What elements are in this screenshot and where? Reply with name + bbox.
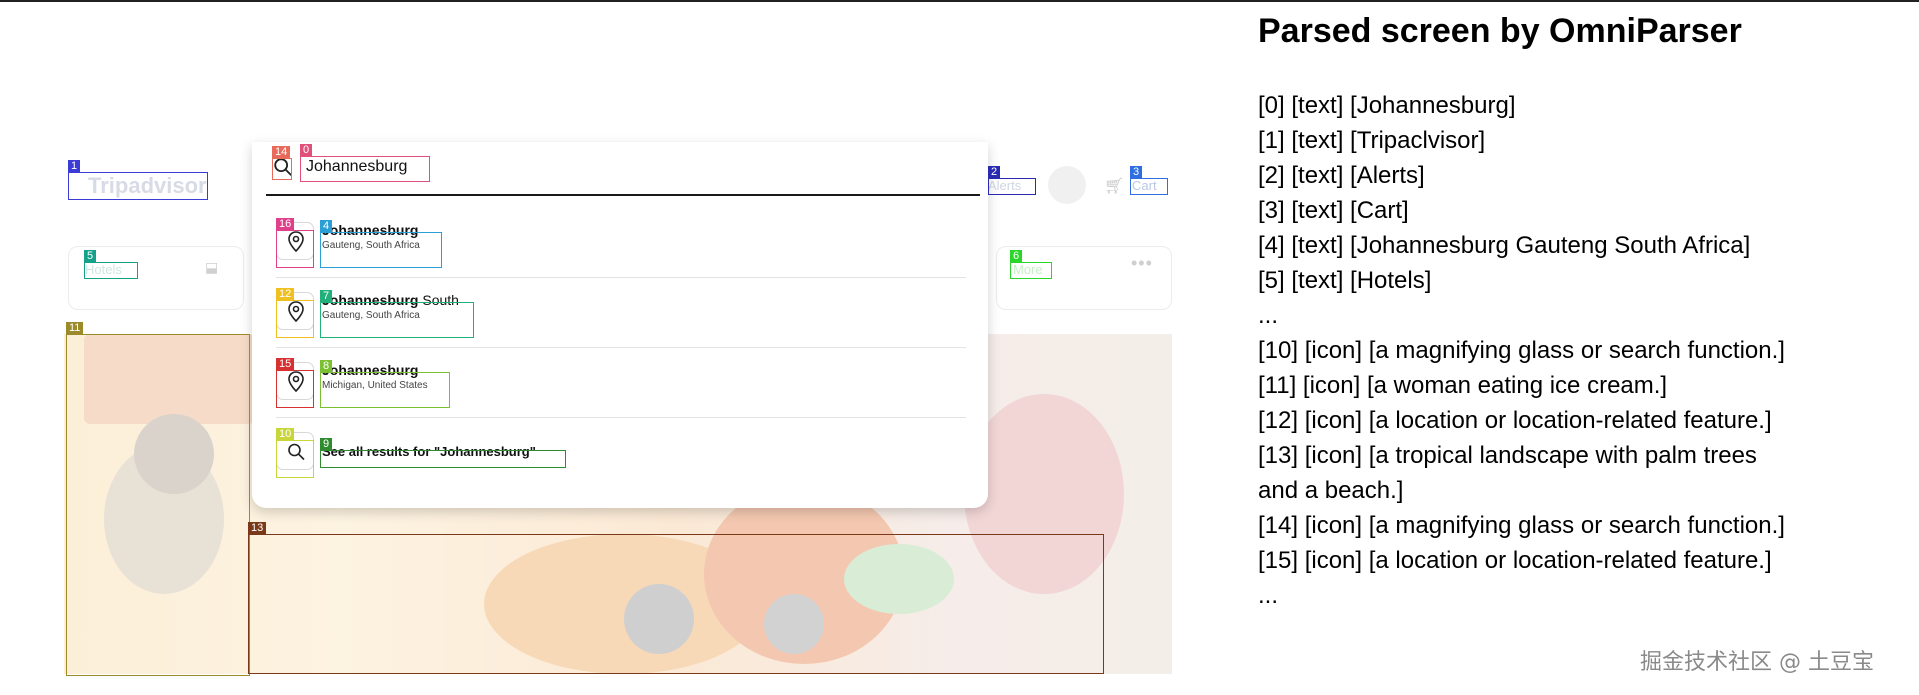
watermark: 掘金技术社区 @ 土豆宝 — [1640, 650, 1874, 675]
bbox-0: 0 — [300, 144, 430, 182]
parsed-item: [2] [text] [Alerts] — [1258, 162, 1425, 189]
bbox-tag: 7 — [320, 290, 333, 303]
bbox-tag: 16 — [276, 218, 295, 231]
cart-icon[interactable]: 🛒︎ — [1104, 176, 1124, 196]
bbox-15: 15 — [276, 358, 314, 408]
parsed-item: ... — [1258, 302, 1279, 329]
panel-title: Parsed screen by OmniParser — [1258, 12, 1742, 50]
bbox-tag: 4 — [320, 220, 333, 233]
bbox-tag: 5 — [84, 250, 97, 263]
parsed-item: [13] [icon] [a tropical landscape with p… — [1258, 442, 1757, 469]
bbox-9: 9 — [320, 438, 566, 468]
avatar[interactable] — [1048, 166, 1086, 204]
bbox-12: 12 — [276, 288, 314, 338]
bbox-6: 6 — [1010, 250, 1052, 279]
bbox-8: 8 — [320, 360, 450, 408]
bbox-tag: 14 — [272, 146, 291, 159]
annotated-screenshot: Tripadvisor Alerts 🛒︎ Cart Hotels ⬓ More… — [0, 0, 1240, 695]
bbox-7: 7 — [320, 290, 474, 338]
bbox-10: 10 — [276, 428, 314, 478]
bbox-4: 4 — [320, 220, 442, 268]
parsed-item: [15] [icon] [a location or location-rela… — [1258, 547, 1772, 574]
parsed-item: [14] [icon] [a magnifying glass or searc… — [1258, 512, 1785, 539]
parsed-item: [3] [text] [Cart] — [1258, 197, 1409, 224]
bbox-3: 3 — [1130, 166, 1168, 195]
bbox-11: 11 — [66, 322, 250, 676]
parsed-item: [12] [icon] [a location or location-rela… — [1258, 407, 1772, 434]
bbox-tag: 6 — [1010, 250, 1023, 263]
parsed-item: [11] [icon] [a woman eating ice cream.] — [1258, 372, 1668, 399]
bbox-tag: 11 — [66, 322, 84, 335]
parsed-item: [1] [text] [Tripaclvisor] — [1258, 127, 1486, 154]
bbox-1: 1 — [68, 160, 208, 200]
bbox-5: 5 — [84, 250, 138, 279]
bbox-tag: 8 — [320, 360, 333, 373]
bbox-13: 13 — [248, 522, 1104, 674]
bbox-tag: 10 — [276, 428, 295, 441]
parsed-panel: Parsed screen by OmniParser [0] [text] [… — [1258, 0, 1918, 695]
more-dots-icon: ••• — [1131, 253, 1153, 273]
bbox-tag: 15 — [276, 358, 295, 371]
bbox-2: 2 — [988, 166, 1036, 195]
bbox-tag: 13 — [248, 522, 267, 535]
bbox-tag: 1 — [68, 160, 81, 173]
bbox-tag: 3 — [1130, 166, 1143, 179]
parsed-item: and a beach.] — [1258, 477, 1404, 504]
parsed-element-list: [0] [text] [Johannesburg] [1] [text] [Tr… — [1258, 88, 1898, 613]
parsed-item: [0] [text] [Johannesburg] — [1258, 92, 1516, 119]
bbox-tag: 0 — [300, 144, 313, 157]
bbox-16: 16 — [276, 218, 314, 268]
bbox-tag: 9 — [320, 438, 333, 451]
parsed-item: [4] [text] [Johannesburg Gauteng South A… — [1258, 232, 1751, 259]
parsed-item: ... — [1258, 582, 1279, 609]
bed-icon: ⬓ — [205, 259, 219, 275]
parsed-item: [5] [text] [Hotels] — [1258, 267, 1432, 294]
bbox-14: 14 — [272, 146, 292, 180]
parsed-item: [10] [icon] [a magnifying glass or searc… — [1258, 337, 1785, 364]
bbox-tag: 12 — [276, 288, 295, 301]
bbox-tag: 2 — [988, 166, 1001, 179]
